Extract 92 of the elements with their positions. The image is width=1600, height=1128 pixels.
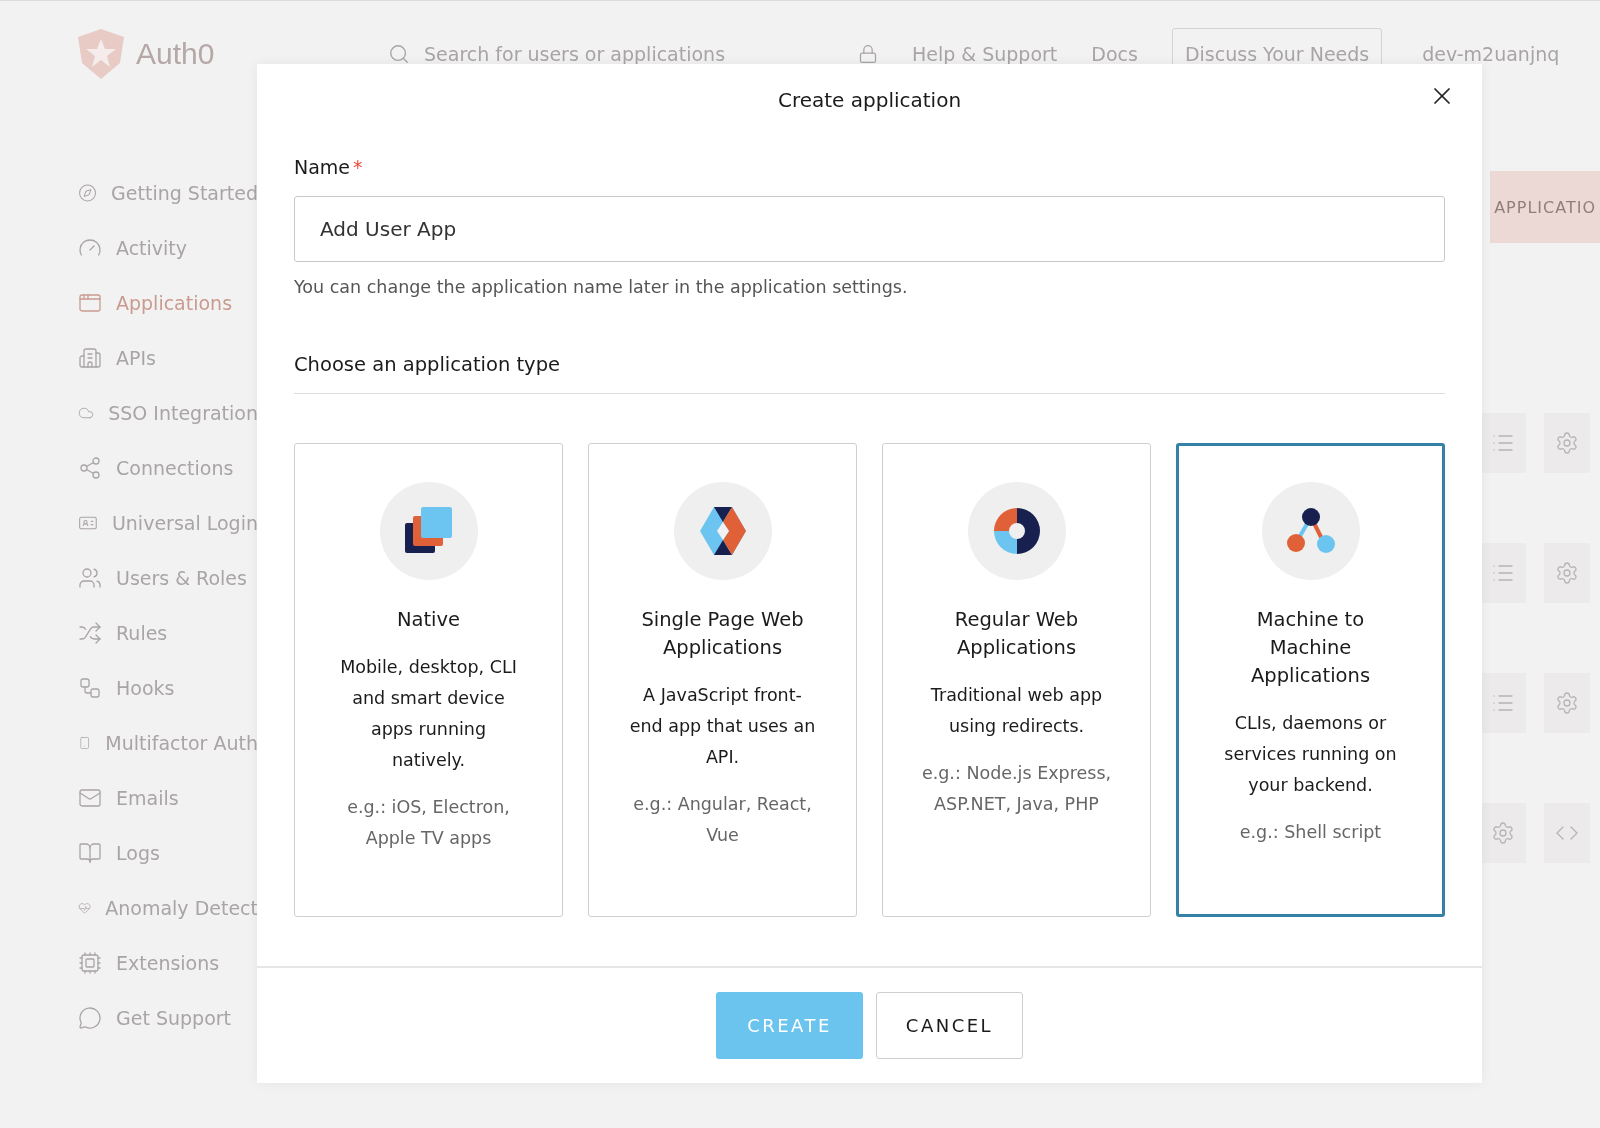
sidebar-item[interactable]: Extensions <box>78 946 258 980</box>
settings-icon <box>1555 561 1579 585</box>
application-type-card[interactable]: Machine to Machine Applications CLIs, daemons or services running on your backend. e.g.: Shell script <box>1176 443 1445 917</box>
card-title: Regular Web Applications <box>953 607 1080 661</box>
sidebar-label: Get Support <box>116 1007 231 1029</box>
share-icon <box>78 456 102 480</box>
cancel-button[interactable]: CANCEL <box>876 992 1023 1059</box>
compass-icon <box>78 181 98 205</box>
sidebar-label: APIs <box>116 347 156 369</box>
sidebar-label: Users & Roles <box>116 567 247 589</box>
sidebar-label: Applications <box>116 292 233 314</box>
sidebar-item[interactable]: Rules <box>78 616 258 650</box>
card-title: Single Page Web Applications <box>640 607 805 661</box>
dialog-title: Create application <box>777 88 962 112</box>
settings-icon <box>1491 821 1515 845</box>
sidebar-item[interactable]: Users & Roles <box>78 561 258 595</box>
hint-text: You can change the application name later in the application settings. <box>294 277 909 297</box>
users-icon <box>78 566 102 590</box>
stacked-squares-icon <box>404 507 453 555</box>
card-examples: e.g.: Angular, React, Vue <box>632 793 813 847</box>
sidebar-label: Getting Started <box>111 182 258 204</box>
sidebar-label: Logs <box>116 842 160 864</box>
settings-icon <box>1555 431 1579 455</box>
name-field[interactable]: Add User App <box>294 196 1445 262</box>
sidebar-item[interactable]: Multifactor Auth <box>78 726 258 760</box>
window-icon <box>78 291 102 315</box>
nodes-icon <box>78 676 102 700</box>
mail-icon <box>78 786 102 810</box>
sidebar-label: Extensions <box>116 952 220 974</box>
search-field[interactable]: Search for users or applications <box>422 41 846 66</box>
create-button[interactable]: CREATE <box>716 992 863 1059</box>
shuffle-icon <box>78 621 102 645</box>
ring-icon <box>993 508 1040 554</box>
card-description: A JavaScript front-end app that uses an API. <box>628 684 817 769</box>
card-description: Traditional web app using redirects. <box>929 684 1104 738</box>
header-link[interactable]: Docs <box>1091 42 1138 65</box>
star-shield-icon <box>78 28 124 79</box>
sidebar-item[interactable]: SSO Integration <box>78 396 258 430</box>
create-application-button[interactable]: APPLICATIO <box>1490 171 1600 243</box>
sidebar-label: SSO Integration <box>108 402 258 424</box>
sidebar-item[interactable]: Connections <box>78 451 258 485</box>
quickstart-button[interactable] <box>1480 413 1526 473</box>
sidebar-item[interactable]: Get Support <box>78 1001 258 1035</box>
header-link[interactable]: Help & Support <box>912 42 1058 65</box>
search-icon <box>388 42 410 65</box>
sidebar-label: Multifactor Auth <box>105 732 258 754</box>
lock-icon[interactable] <box>858 43 878 64</box>
settings-button[interactable] <box>1544 673 1590 733</box>
sidebar-item[interactable]: Applications <box>78 286 258 320</box>
sidebar-item[interactable]: Universal Login <box>78 506 258 540</box>
card-title: Machine to Machine Applications <box>1249 607 1372 689</box>
book-icon <box>78 841 102 865</box>
sidebar-label: Rules <box>116 622 168 644</box>
diamond-icon <box>699 507 746 555</box>
sidebar-label: Emails <box>116 787 179 809</box>
card-examples: e.g.: Node.js Express, ASP.NET, Java, PHP <box>920 762 1113 816</box>
card-description: CLIs, daemons or services running on your backend. <box>1223 712 1398 797</box>
sidebar-label: Universal Login <box>111 512 258 534</box>
application-type-card[interactable]: Native Mobile, desktop, CLI and smart device apps running natively. e.g.: iOS, Electron, Apple TV apps <box>294 443 563 917</box>
sidebar-item[interactable]: Hooks <box>78 671 258 705</box>
chat-icon <box>78 1006 102 1030</box>
sidebar-label: Connections <box>116 457 234 479</box>
settings-button[interactable] <box>1544 543 1590 603</box>
card-description: Mobile, desktop, CLI and smart device apps running natively. <box>339 656 518 772</box>
chip-icon <box>78 951 102 975</box>
building-icon <box>78 346 102 370</box>
quickstart-button[interactable] <box>1480 543 1526 603</box>
sidebar-item[interactable]: Getting Started <box>78 176 258 210</box>
sidebar-label: Hooks <box>116 677 175 699</box>
sidebar-item[interactable]: APIs <box>78 341 258 375</box>
sidebar-item[interactable]: Logs <box>78 836 258 870</box>
connected-nodes-icon <box>1285 508 1336 554</box>
application-type-card[interactable]: Single Page Web Applications A JavaScript front-end app that uses an API. e.g.: Angular, React, Vue <box>588 443 857 917</box>
tenant-name[interactable]: dev-m2uanjnq <box>1422 42 1560 65</box>
code-button[interactable] <box>1544 803 1590 863</box>
settings-button[interactable] <box>1544 413 1590 473</box>
required-asterisk: * <box>353 156 363 178</box>
logo-text: Auth0 <box>136 36 215 71</box>
card-title: Native <box>396 607 461 633</box>
sidebar-item[interactable]: Activity <box>78 231 258 265</box>
section-title: Choose an application type <box>294 353 1445 394</box>
sidebar-label: Anomaly Detect <box>105 897 258 919</box>
sidebar-item[interactable]: Anomaly Detect <box>78 891 258 925</box>
application-type-card[interactable]: Regular Web Applications Traditional web app using redirects. e.g.: Node.js Express, ASP.NET, Java, PHP <box>882 443 1151 917</box>
card-examples: e.g.: Shell script <box>1239 821 1382 844</box>
quickstart-button[interactable] <box>1480 673 1526 733</box>
settings-icon <box>1555 691 1579 715</box>
card-examples: e.g.: iOS, Electron, Apple TV apps <box>346 796 511 850</box>
sidebar-label: Activity <box>116 237 188 259</box>
field-label: Name <box>294 156 351 178</box>
sidebar-item[interactable]: Emails <box>78 781 258 815</box>
settings-button[interactable] <box>1480 803 1526 863</box>
